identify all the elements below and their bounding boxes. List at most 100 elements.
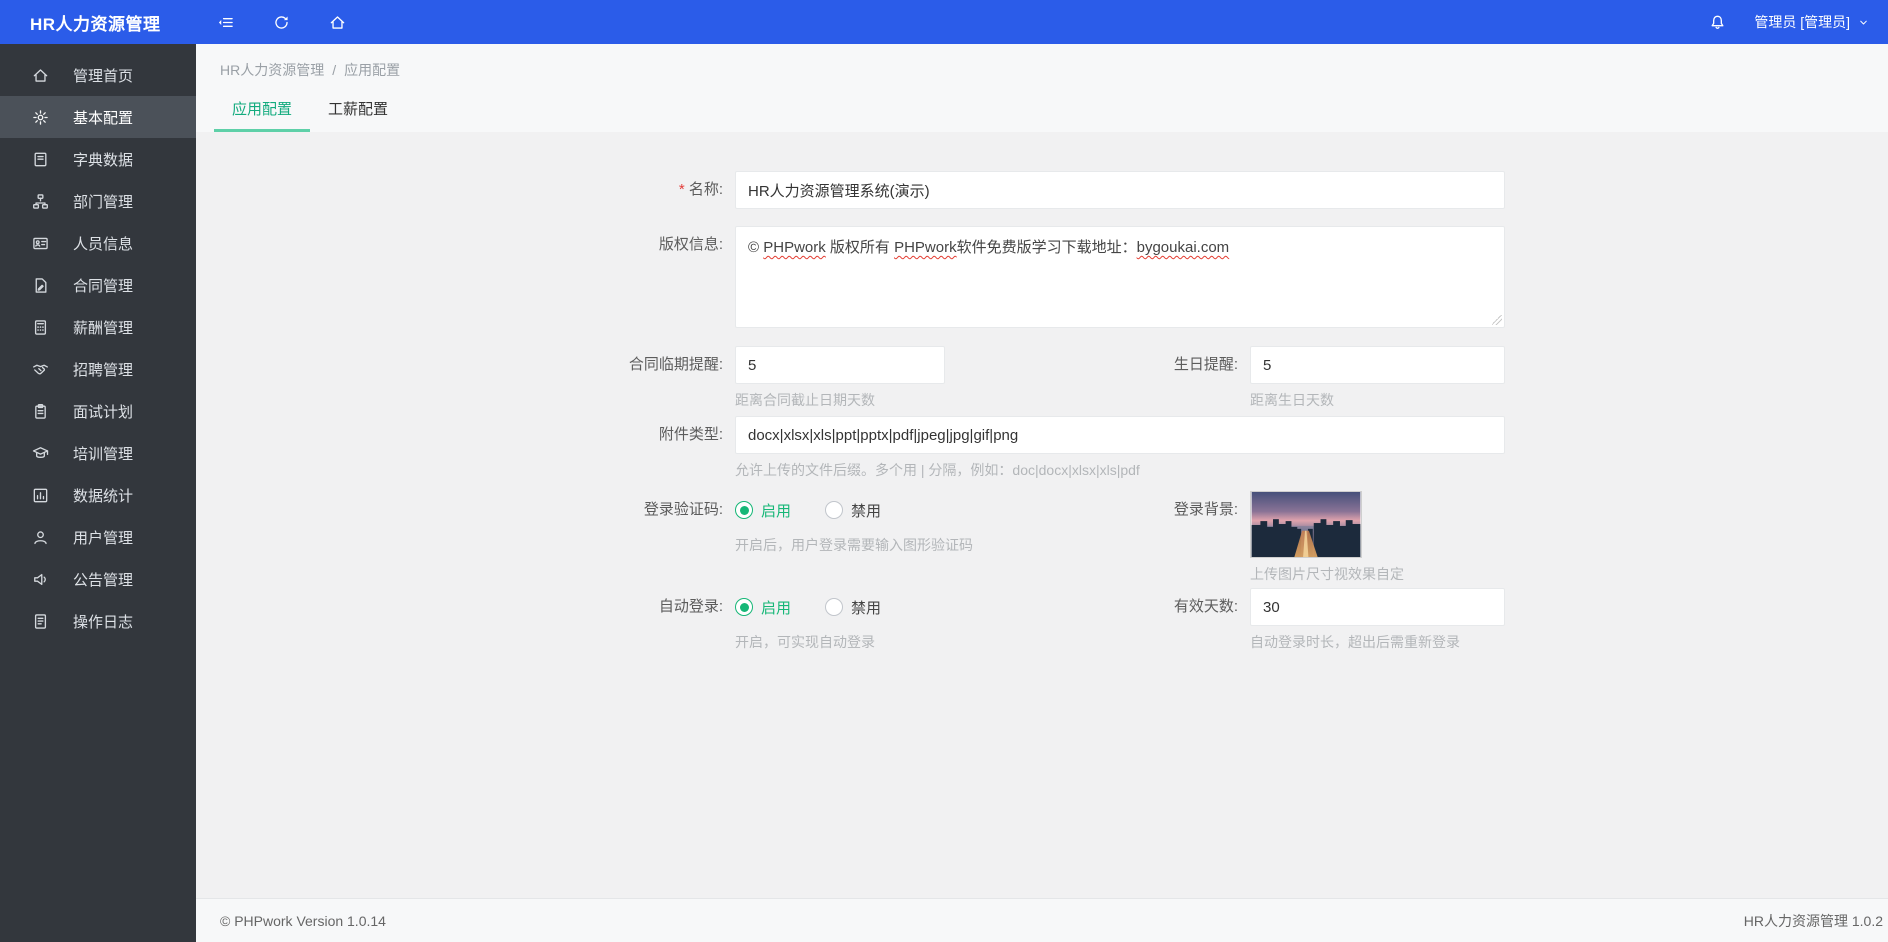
gear-icon xyxy=(33,109,48,125)
tab-app-config[interactable]: 应用配置 xyxy=(214,98,311,132)
captcha-radio-group: 启用 禁用 xyxy=(735,491,973,529)
form-row-reminders: 合同临期提醒: 距离合同截止日期天数 生日提醒: 距离生日天数 xyxy=(196,346,1505,409)
tab-salary-config[interactable]: 工薪配置 xyxy=(310,98,406,132)
copyright-text-segment: © xyxy=(748,239,764,256)
copyright-text-segment: 软件免费版学习下载地址： xyxy=(956,239,1137,256)
valid-days-label: 有效天数: xyxy=(1173,598,1238,615)
config-form-area: 名称: 版权信息: © PHPwork 版权所有 PHPwork软件免费版学习下… xyxy=(196,132,1888,898)
sidebar-item-operation-log[interactable]: 操作日志 xyxy=(0,600,196,642)
birthday-remind-label: 生日提醒: xyxy=(1173,356,1238,373)
auto-login-radio-group: 启用 禁用 xyxy=(735,588,881,626)
copyright-text-segment: PHPwork xyxy=(763,239,826,256)
radio-unselected-icon xyxy=(825,598,844,616)
auto-login-radio-disable[interactable]: 禁用 xyxy=(825,597,881,618)
sidebar-item-contract[interactable]: 合同管理 xyxy=(0,264,196,306)
sidebar-item-label: 基本配置 xyxy=(73,109,134,127)
app-title: HR人力资源管理 xyxy=(30,14,161,34)
breadcrumb-root[interactable]: HR人力资源管理 xyxy=(220,60,324,80)
sidebar-item-dictionary-data[interactable]: 字典数据 xyxy=(0,138,196,180)
calculator-icon xyxy=(34,319,47,335)
sidebar-item-salary[interactable]: 薪酬管理 xyxy=(0,306,196,348)
main-content: HR人力资源管理 / 应用配置 应用配置 工薪配置 名称: 版权信息: xyxy=(196,44,1888,942)
sidebar-item-label: 面试计划 xyxy=(73,403,134,421)
sidebar-item-label: 用户管理 xyxy=(73,529,134,547)
login-bg-hint: 上传图片尺寸视效果自定 xyxy=(1250,566,1404,582)
sidebar-item-user-management[interactable]: 用户管理 xyxy=(0,516,196,558)
sidebar-item-statistics[interactable]: 数据统计 xyxy=(0,474,196,516)
sidebar-item-label: 培训管理 xyxy=(73,445,134,463)
handshake-icon xyxy=(33,364,48,374)
header-right: 管理员 [管理员] xyxy=(1708,12,1888,32)
name-input[interactable] xyxy=(735,171,1505,209)
copyright-text-segment: 版权所有 xyxy=(825,239,895,256)
refresh-icon[interactable] xyxy=(272,13,290,31)
sidebar-item-personnel[interactable]: 人员信息 xyxy=(0,222,196,264)
radio-selected-icon xyxy=(735,501,753,519)
radio-label: 禁用 xyxy=(851,502,882,520)
birthday-remind-hint: 距离生日天数 xyxy=(1250,392,1334,408)
id-card-icon xyxy=(33,237,48,249)
sitemap-icon xyxy=(33,193,48,209)
user-icon xyxy=(34,530,47,544)
radio-label: 禁用 xyxy=(851,599,882,617)
attachment-types-input[interactable] xyxy=(735,416,1505,454)
birthday-remind-input[interactable] xyxy=(1250,346,1505,384)
sidebar-item-department[interactable]: 部门管理 xyxy=(0,180,196,222)
login-bg-label: 登录背景: xyxy=(1173,501,1238,518)
captcha-radio-enable[interactable]: 启用 xyxy=(735,500,791,521)
contract-remind-hint: 距离合同截止日期天数 xyxy=(735,392,875,408)
sidebar-item-training[interactable]: 培训管理 xyxy=(0,432,196,474)
sidebar-nav: 管理首页 基本配置 字典数据 部门管理 人员信息 合同管理 薪酬管理 招聘管理 … xyxy=(0,44,196,942)
breadcrumb-separator: / xyxy=(332,62,337,78)
user-name: 管理员 [管理员] xyxy=(1754,14,1850,30)
tab-bar: 应用配置 工薪配置 xyxy=(214,98,1888,132)
captcha-hint: 开启后，用户登录需要输入图形验证码 xyxy=(735,537,973,553)
page-top-strip: HR人力资源管理 / 应用配置 应用配置 工薪配置 xyxy=(196,44,1888,132)
breadcrumb: HR人力资源管理 / 应用配置 xyxy=(220,60,1888,80)
clipboard-icon xyxy=(35,403,46,419)
sidebar-item-basic-config[interactable]: 基本配置 xyxy=(0,96,196,138)
bell-icon[interactable] xyxy=(1708,13,1726,31)
resize-grip[interactable] xyxy=(1492,315,1502,325)
sidebar-item-label: 部门管理 xyxy=(73,193,134,211)
book-icon xyxy=(34,152,47,166)
contract-remind-label: 合同临期提醒: xyxy=(628,356,723,373)
sidebar-item-label: 人员信息 xyxy=(73,235,134,253)
valid-days-hint: 自动登录时长，超出后需重新登录 xyxy=(1250,634,1460,650)
form-row-captcha-bg: 登录验证码: 启用 禁用 开启后，用户登录需要输入图形验证码 登录背景: 上传图… xyxy=(196,491,1505,583)
form-row-name: 名称: xyxy=(196,171,1505,209)
file-pen-icon xyxy=(35,277,47,293)
collapse-icon[interactable] xyxy=(216,13,234,31)
name-label: 名称: xyxy=(196,171,735,209)
form-row-autologin: 自动登录: 启用 禁用 开启，可实现自动登录 有效天数: 30 自动登录时长，超… xyxy=(196,588,1505,651)
form-row-copyright: 版权信息: © PHPwork 版权所有 PHPwork软件免费版学习下载地址：… xyxy=(196,226,1505,328)
sidebar-item-admin-home[interactable]: 管理首页 xyxy=(0,54,196,96)
radio-label: 启用 xyxy=(761,502,792,520)
home-icon[interactable] xyxy=(328,13,346,31)
valid-days-input[interactable] xyxy=(1250,588,1505,626)
sidebar-item-label: 管理首页 xyxy=(73,67,134,85)
log-file-icon xyxy=(34,613,47,629)
captcha-radio-disable[interactable]: 禁用 xyxy=(825,500,881,521)
user-menu[interactable]: 管理员 [管理员] xyxy=(1754,12,1870,32)
app-config-form: 名称: 版权信息: © PHPwork 版权所有 PHPwork软件免费版学习下… xyxy=(196,171,1505,651)
copyright-textarea[interactable]: © PHPwork 版权所有 PHPwork软件免费版学习下载地址：bygouk… xyxy=(735,226,1505,328)
login-background-thumbnail[interactable] xyxy=(1250,491,1362,558)
sidebar-item-label: 招聘管理 xyxy=(73,361,134,379)
auto-login-radio-enable[interactable]: 启用 xyxy=(735,597,791,618)
copyright-text-segment: bygoukai.com xyxy=(1136,239,1230,256)
sidebar-item-announcement[interactable]: 公告管理 xyxy=(0,558,196,600)
sidebar-item-label: 薪酬管理 xyxy=(73,319,134,337)
sidebar-item-interview-plan[interactable]: 面试计划 xyxy=(0,390,196,432)
contract-remind-input[interactable] xyxy=(735,346,945,384)
copyright-text-segment: PHPwork xyxy=(894,239,957,256)
bar-chart-icon xyxy=(33,488,48,502)
radio-unselected-icon xyxy=(825,501,844,519)
form-row-attachment: 附件类型: 允许上传的文件后缀。多个用 | 分隔，例如：doc|docx|xls… xyxy=(196,416,1505,479)
attachment-types-hint: 允许上传的文件后缀。多个用 | 分隔，例如：doc|docx|xlsx|xls|… xyxy=(735,462,1140,478)
radio-selected-icon xyxy=(735,598,753,616)
graduation-cap-icon xyxy=(32,446,49,458)
top-header: HR人力资源管理 管理员 [管理员] xyxy=(0,0,1888,44)
sidebar-item-recruitment[interactable]: 招聘管理 xyxy=(0,348,196,390)
breadcrumb-current: 应用配置 xyxy=(344,62,401,78)
